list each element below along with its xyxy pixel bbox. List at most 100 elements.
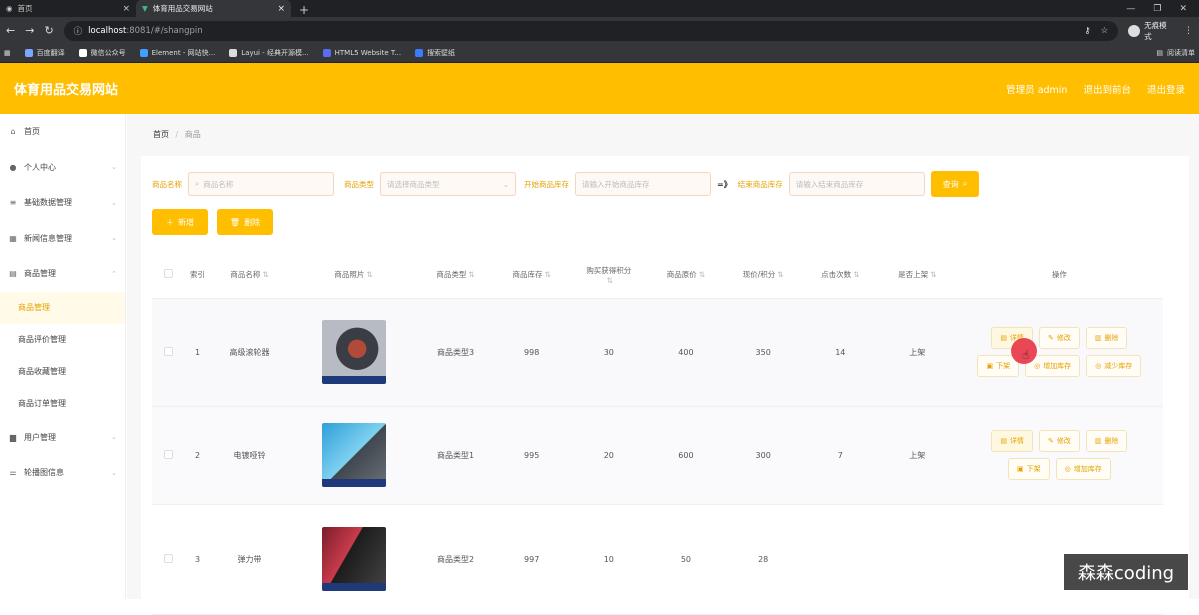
star-icon[interactable]: ☆ <box>1101 26 1109 36</box>
menu-icon[interactable]: ⋮ <box>1184 26 1193 36</box>
forward-icon[interactable]: → <box>25 24 34 37</box>
logout-link[interactable]: 退出登录 <box>1147 82 1185 96</box>
sidebar-item-profile[interactable]: ● 个人中心 ⌄ <box>0 150 125 186</box>
bookmark-item[interactable]: Layui - 经典开源模... <box>229 48 309 58</box>
settings-icon: ⚌ <box>9 468 17 478</box>
app-header: 体育用品交易网站 管理员 admin 退出到前台 退出登录 <box>0 63 1199 114</box>
reduce-stock-button[interactable]: ◎ 减少库存 <box>1086 355 1142 377</box>
sidebar-subitem-goods-order[interactable]: 商品订单管理 <box>0 388 125 420</box>
sidebar-item-label: 新闻信息管理 <box>24 233 72 243</box>
sidebar-subitem-goods-manage[interactable]: 商品管理 <box>0 291 125 324</box>
bookmark-item[interactable]: 搜索壁纸 <box>415 48 455 58</box>
start-stock-input[interactable]: 请输入开始商品库存 <box>575 172 711 196</box>
sort-icon[interactable]: ⇅ <box>262 270 268 279</box>
apps-icon[interactable]: ▦ <box>4 49 11 57</box>
bookmark-item[interactable]: Element - 网站快... <box>139 48 215 58</box>
maximize-icon[interactable]: ❐ <box>1153 4 1161 14</box>
sort-icon[interactable]: ⇅ <box>607 276 613 285</box>
sort-icon[interactable]: ⇅ <box>930 270 936 279</box>
browser-tab[interactable]: ◉ 首页 × <box>0 0 136 17</box>
name-filter-input[interactable]: ⌕ 商品名称 <box>188 172 334 196</box>
col-status[interactable]: 是否上架 ⇅ <box>878 252 956 299</box>
row-checkbox[interactable] <box>163 346 173 356</box>
add-stock-button[interactable]: ◎ 增加库存 <box>1055 458 1111 480</box>
bookmark-item[interactable]: HTML5 Website T... <box>322 49 401 57</box>
sort-icon[interactable]: ⇅ <box>853 270 859 279</box>
sidebar-item-goods[interactable]: ▤ 商品管理 ⌃ <box>0 256 125 292</box>
col-type[interactable]: 商品类型 ⇅ <box>418 252 494 299</box>
off-shelf-button[interactable]: ▣ 下架 <box>1008 458 1050 480</box>
reading-list[interactable]: ▤ 阅读清单 <box>1156 48 1195 58</box>
query-button[interactable]: 查询 ⌕ <box>930 171 980 197</box>
cell-photo <box>288 406 419 505</box>
chevron-down-icon: ⌄ <box>502 179 509 189</box>
sort-icon[interactable]: ⇅ <box>545 270 551 279</box>
cell-name: 电镀哑铃 <box>210 406 289 505</box>
product-image[interactable] <box>321 527 386 591</box>
sidebar-item-home[interactable]: ⌂ 首页 <box>0 114 125 150</box>
cell-photo <box>288 504 419 615</box>
chevron-down-icon: ⌄ <box>111 163 117 172</box>
sidebar-subitem-goods-favorite[interactable]: 商品收藏管理 <box>0 356 125 388</box>
reload-icon[interactable]: ↻ <box>44 24 53 37</box>
back-icon[interactable]: ← <box>6 24 15 37</box>
col-name[interactable]: 商品名称 ⇅ <box>210 252 289 299</box>
url-path: :8081/#/shangpin <box>126 25 203 36</box>
row-checkbox[interactable] <box>163 449 173 459</box>
type-filter-select[interactable]: 请选择商品类型 ⌄ <box>380 172 516 196</box>
row-checkbox[interactable] <box>163 553 173 563</box>
sort-icon[interactable]: ⇅ <box>468 270 474 279</box>
trash-icon: ▥ <box>1094 437 1102 445</box>
delete-button[interactable]: ▥ 删除 <box>1085 327 1128 349</box>
col-now-price[interactable]: 现价/积分 ⇅ <box>724 252 802 299</box>
users-icon: ▆ <box>9 432 17 442</box>
select-all-checkbox[interactable] <box>163 269 173 279</box>
bookmark-item[interactable]: 微信公众号 <box>78 48 126 58</box>
product-image[interactable] <box>321 320 386 384</box>
detail-button[interactable]: ▤ 详情 <box>991 430 1033 452</box>
close-window-icon[interactable]: ✕ <box>1179 4 1187 14</box>
browser-tab-active[interactable]: ▼ 体育用品交易网站 × <box>136 0 291 17</box>
sidebar-item-label: 商品管理 <box>24 269 56 279</box>
close-icon[interactable]: × <box>277 4 285 14</box>
delete-button[interactable]: ▥ 删除 <box>1085 430 1128 452</box>
row-select-cell <box>152 406 185 505</box>
sort-icon[interactable]: ⇅ <box>366 270 372 279</box>
sidebar-item-carousel[interactable]: ⚌ 轮播图信息 ⌄ <box>0 455 125 491</box>
tab-label: 首页 <box>17 4 33 13</box>
current-user: 管理员 admin <box>1006 84 1068 96</box>
off-shelf-icon: ▣ <box>1017 465 1024 473</box>
address-bar[interactable]: ⓘ localhost:8081/#/shangpin ⚷ ☆ <box>63 20 1119 41</box>
sidebar-subitem-goods-review[interactable]: 商品评价管理 <box>0 324 125 356</box>
sort-icon[interactable]: ⇅ <box>777 270 783 279</box>
key-icon[interactable]: ⚷ <box>1084 26 1090 36</box>
product-image[interactable] <box>321 423 386 487</box>
col-clicks[interactable]: 点击次数 ⇅ <box>801 252 879 299</box>
box-icon: ▤ <box>9 269 17 279</box>
col-stock[interactable]: 商品库存 ⇅ <box>493 252 571 299</box>
add-button[interactable]: ＋ 新增 <box>152 209 208 235</box>
cell-clicks: 7 <box>801 406 879 505</box>
back-to-front-link[interactable]: 退出到前台 <box>1083 82 1131 96</box>
new-tab-button[interactable]: + <box>291 3 317 17</box>
sort-icon[interactable]: ⇅ <box>699 270 705 279</box>
search-icon: ⌕ <box>195 179 200 188</box>
bookmarks-bar: ▦ 百度翻译 微信公众号 Element - 网站快... Layui - 经典… <box>0 44 1199 63</box>
stock-icon: ◎ <box>1034 362 1041 370</box>
edit-button[interactable]: ✎ 修改 <box>1038 327 1080 349</box>
sidebar-item-base-data[interactable]: ≡ 基础数据管理 ⌄ <box>0 185 125 221</box>
end-stock-input[interactable]: 请输入结束商品库存 <box>788 172 925 196</box>
col-photo[interactable]: 商品照片 ⇅ <box>288 252 419 299</box>
sidebar-item-news[interactable]: ▦ 新闻信息管理 ⌄ <box>0 221 125 257</box>
batch-delete-button[interactable]: 🗑 删除 <box>217 209 273 235</box>
breadcrumb-home[interactable]: 首页 <box>153 130 169 139</box>
close-icon[interactable]: × <box>122 4 130 14</box>
incognito-indicator[interactable]: 无痕模式 <box>1128 20 1174 42</box>
col-price[interactable]: 商品原价 ⇅ <box>647 252 725 299</box>
col-points[interactable]: 购买获得积分 ⇅ <box>570 252 648 299</box>
minimize-icon[interactable]: — <box>1126 4 1135 14</box>
edit-button[interactable]: ✎ 修改 <box>1038 430 1080 452</box>
sidebar-item-users[interactable]: ▆ 用户管理 ⌄ <box>0 420 125 456</box>
info-icon[interactable]: ⓘ <box>74 25 83 37</box>
bookmark-item[interactable]: 百度翻译 <box>24 48 65 58</box>
